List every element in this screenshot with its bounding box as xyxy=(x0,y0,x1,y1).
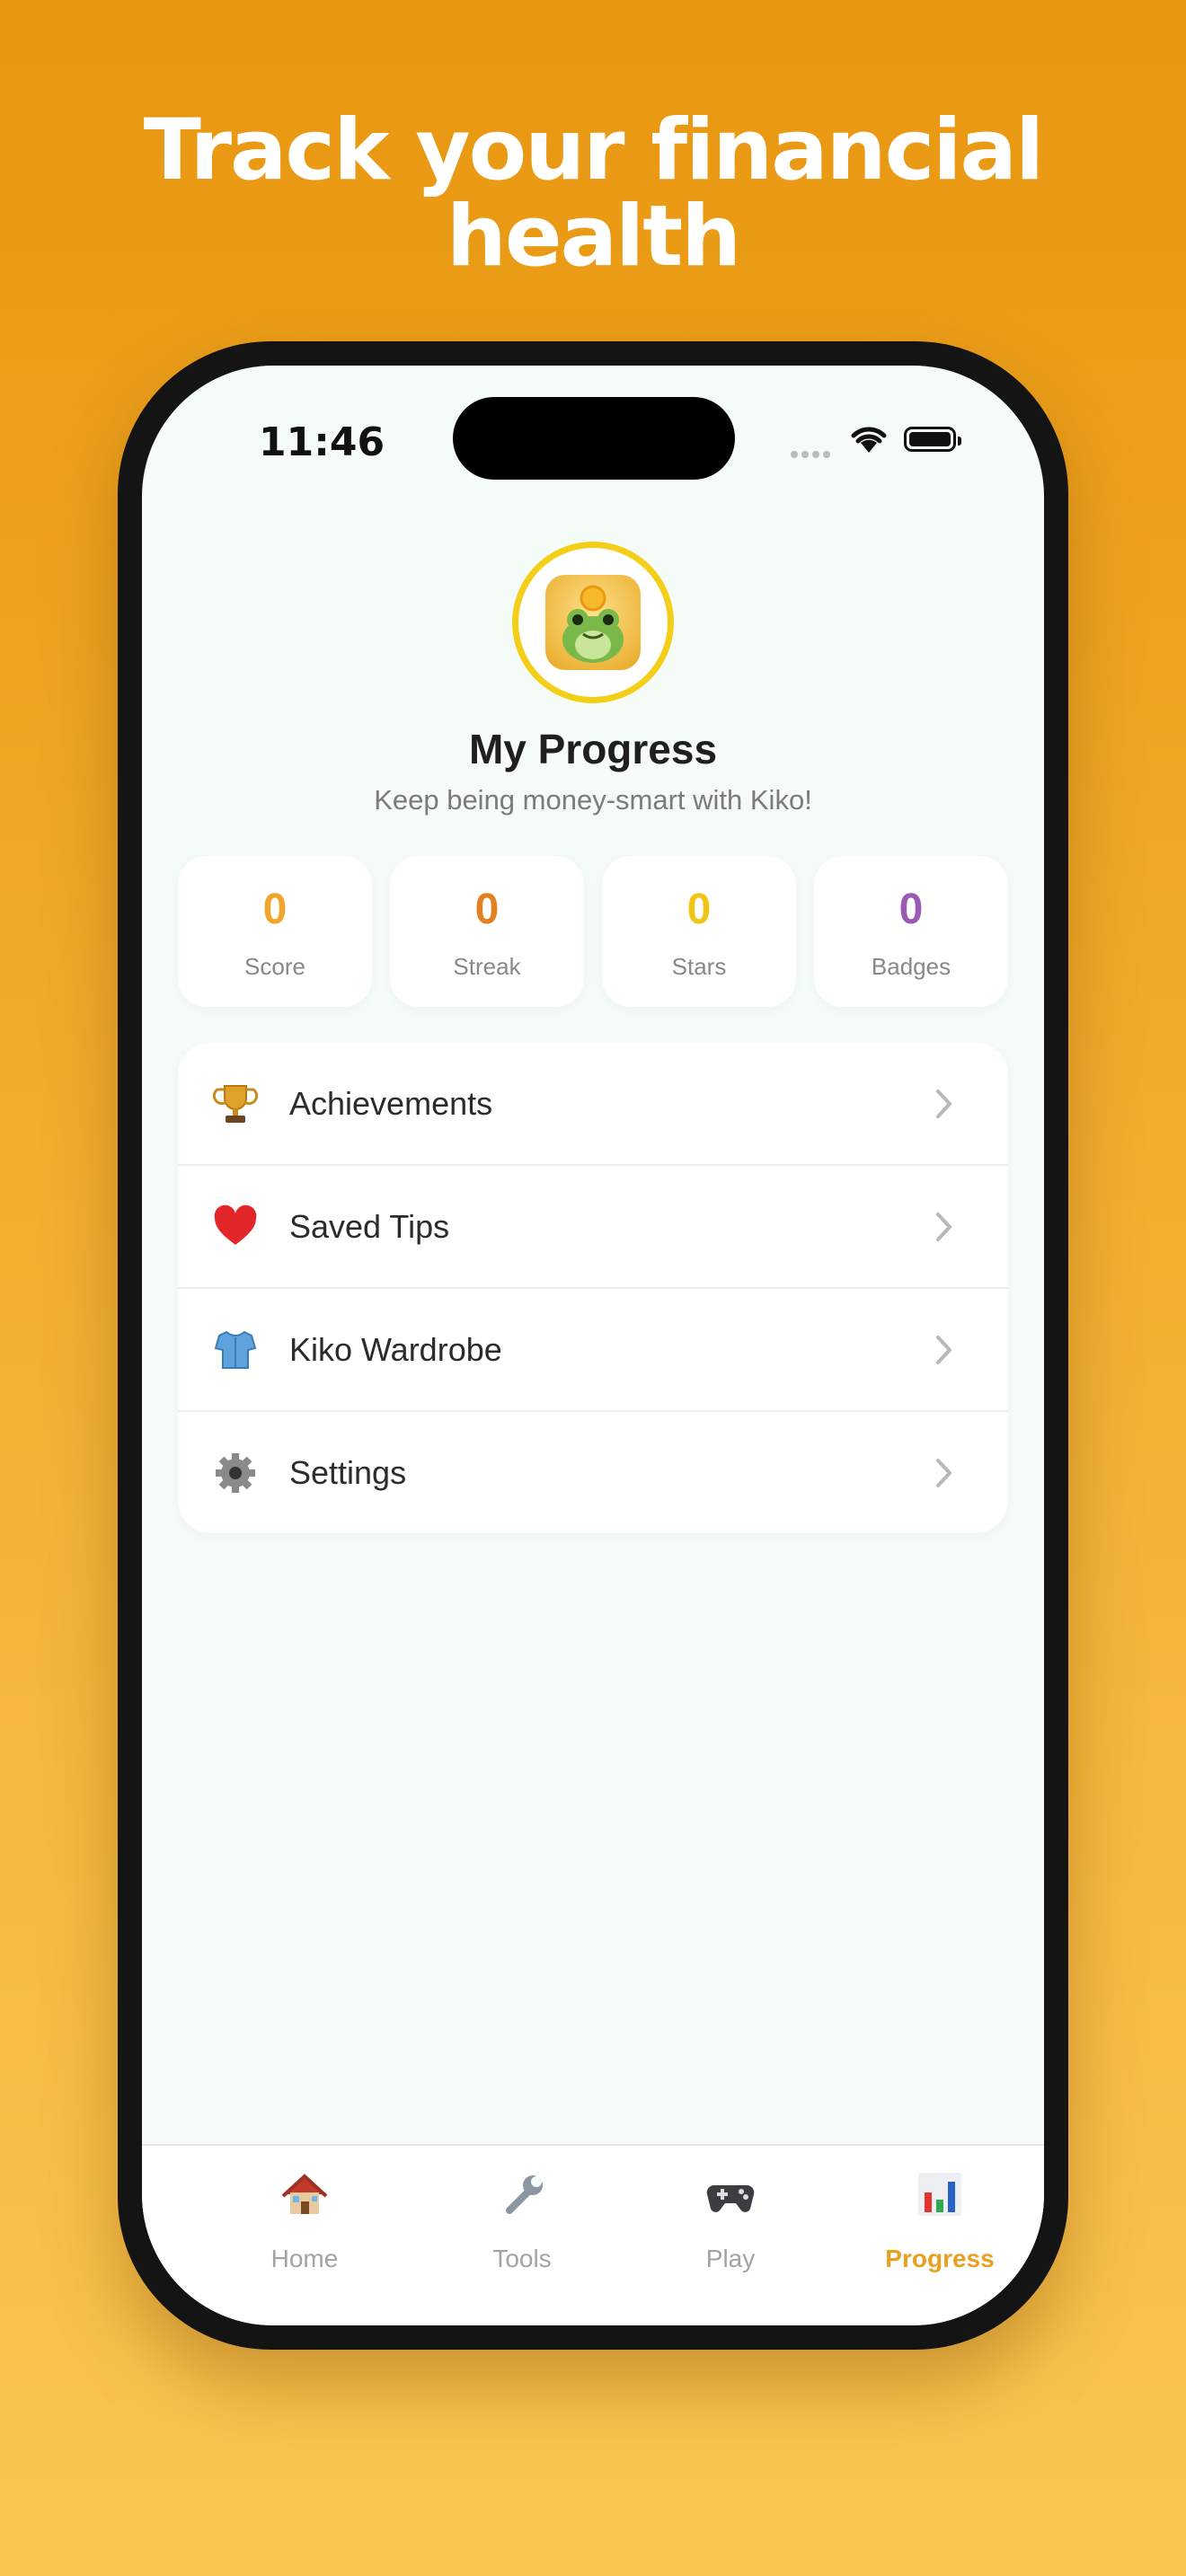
chevron-right-icon xyxy=(936,1213,951,1241)
page-title: My Progress xyxy=(468,726,718,772)
battery-icon xyxy=(904,427,961,452)
wifi-icon xyxy=(851,427,887,453)
avatar-ring xyxy=(512,542,674,703)
chevron-right-icon xyxy=(936,1459,951,1487)
tab-home[interactable]: Home xyxy=(215,2146,394,2289)
app-screen: 11:46 My Progress Keep being money-smart… xyxy=(142,366,1044,2325)
stat-label: Stars xyxy=(671,953,727,980)
tab-label: Progress xyxy=(885,2245,995,2272)
house-icon xyxy=(281,2174,328,2214)
menu-item-kiko-wardrobe[interactable]: Kiko Wardrobe xyxy=(178,1289,1008,1412)
phone-frame: 11:46 My Progress Keep being money-smart… xyxy=(118,341,1068,2350)
menu-item-saved-tips[interactable]: Saved Tips xyxy=(178,1166,1008,1289)
trophy-icon xyxy=(212,1085,259,1123)
stat-label: Badges xyxy=(871,953,951,980)
headline: Track your financial health xyxy=(143,101,1044,286)
heart-icon xyxy=(214,1204,257,1245)
bar-chart-icon xyxy=(918,2173,961,2216)
shirt-icon xyxy=(214,1330,257,1369)
dynamic-island xyxy=(453,397,735,480)
stat-value: 0 xyxy=(898,886,924,933)
stat-label: Score xyxy=(244,953,305,980)
wrench-icon xyxy=(506,2175,543,2214)
gamepad-icon xyxy=(706,2184,755,2212)
stat-value: 0 xyxy=(686,886,712,933)
status-time: 11:46 xyxy=(259,419,385,465)
stat-card-badges: 0 Badges xyxy=(814,856,1008,1007)
menu-item-label: Saved Tips xyxy=(289,1208,450,1245)
progress-menu: Achievements Saved Tips Kiko Wardrobe Se… xyxy=(178,1043,1008,1533)
cellular-signal-icon xyxy=(791,446,834,463)
tab-play[interactable]: Play xyxy=(641,2146,820,2289)
menu-item-label: Achievements xyxy=(289,1085,493,1122)
menu-item-settings[interactable]: Settings xyxy=(178,1412,1008,1533)
stats-row: 0 Score 0 Streak 0 Stars 0 Badges xyxy=(178,856,1008,1007)
tab-bar: Home Tools Play Progress xyxy=(142,2144,1044,2325)
stat-card-streak: 0 Streak xyxy=(390,856,584,1007)
menu-item-label: Settings xyxy=(289,1454,407,1491)
stat-card-score: 0 Score xyxy=(178,856,372,1007)
chevron-right-icon xyxy=(936,1336,951,1364)
page-subtitle: Keep being money-smart with Kiko! xyxy=(374,784,812,816)
frog-icon xyxy=(562,585,624,663)
tab-label: Play xyxy=(705,2245,756,2272)
tab-label: Tools xyxy=(492,2245,552,2272)
stat-value: 0 xyxy=(262,886,288,933)
gear-icon xyxy=(216,1453,255,1493)
kiko-frog-avatar xyxy=(545,575,641,670)
stat-card-stars: 0 Stars xyxy=(602,856,796,1007)
menu-item-achievements[interactable]: Achievements xyxy=(178,1043,1008,1166)
tab-tools[interactable]: Tools xyxy=(432,2146,612,2289)
stat-value: 0 xyxy=(474,886,500,933)
tab-label: Home xyxy=(270,2245,339,2272)
chevron-right-icon xyxy=(936,1090,951,1118)
tab-progress[interactable]: Progress xyxy=(850,2146,1030,2289)
stat-label: Streak xyxy=(453,953,521,980)
menu-item-label: Kiko Wardrobe xyxy=(289,1331,502,1368)
